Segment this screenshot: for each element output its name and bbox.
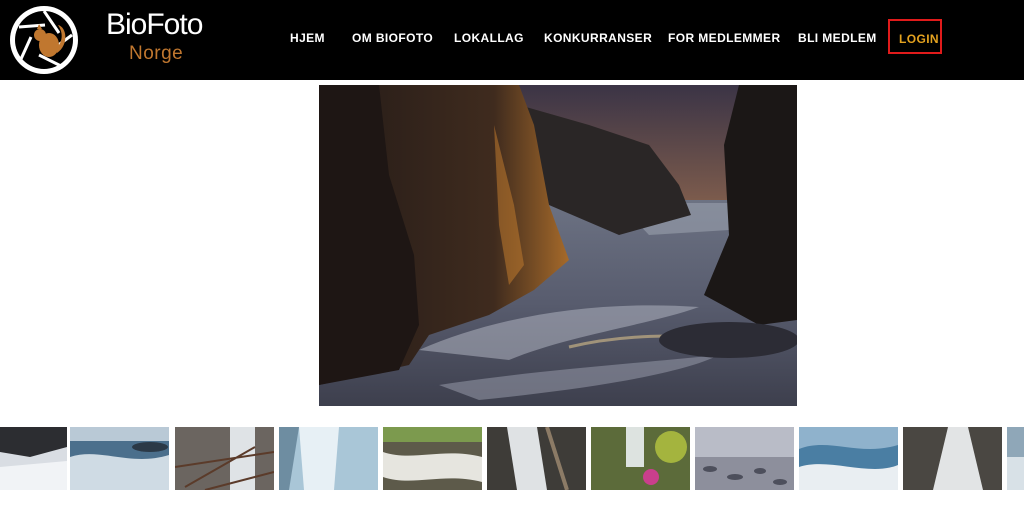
site-logo[interactable]: BioFoto Norge — [0, 0, 230, 80]
thumbnail-image — [70, 427, 169, 490]
hero-photo — [319, 85, 797, 406]
brand-subname: Norge — [129, 43, 184, 64]
thumbnail-image — [279, 427, 378, 490]
nav-item-lokallag[interactable]: LOKALLAG — [454, 30, 524, 46]
thumbnail-image — [695, 427, 794, 490]
hero-image — [319, 85, 797, 406]
nav-item-hjem[interactable]: HJEM — [290, 30, 325, 46]
brand-name: BioFoto — [106, 8, 203, 41]
thumbnail-image — [175, 427, 274, 490]
gallery-thumbnail[interactable] — [903, 427, 1002, 490]
gallery-thumbnail[interactable] — [383, 427, 482, 490]
header-bar: BioFoto Norge HJEM OM BIOFOTO LOKALLAG K… — [0, 0, 1024, 80]
thumbnail-image — [487, 427, 586, 490]
gallery-thumbnail[interactable] — [0, 427, 67, 490]
login-button[interactable]: LOGIN — [888, 19, 942, 54]
gallery-thumbnail[interactable] — [695, 427, 794, 490]
gallery-thumbnail[interactable] — [1007, 427, 1024, 490]
gallery-thumbnail[interactable] — [591, 427, 690, 490]
nav-item-konkurranser[interactable]: KONKURRANSER — [544, 30, 652, 46]
gallery-thumbnail[interactable] — [175, 427, 274, 490]
login-label: LOGIN — [899, 32, 939, 46]
nav-item-bli-medlem[interactable]: BLI MEDLEM — [798, 30, 877, 46]
thumbnail-image — [383, 427, 482, 490]
thumbnail-image — [1007, 427, 1024, 490]
gallery-thumbnail[interactable] — [799, 427, 898, 490]
gallery-thumbnail[interactable] — [70, 427, 169, 490]
nav-item-om-biofoto[interactable]: OM BIOFOTO — [352, 30, 433, 46]
thumbnail-image — [799, 427, 898, 490]
thumbnail-image — [903, 427, 1002, 490]
nav-item-for-medlemmer[interactable]: FOR MEDLEMMER — [668, 30, 781, 46]
squirrel-aperture-icon — [10, 6, 78, 74]
thumbnail-image — [0, 427, 67, 490]
thumbnail-gallery — [0, 427, 1024, 490]
gallery-thumbnail[interactable] — [279, 427, 378, 490]
gallery-thumbnail[interactable] — [487, 427, 586, 490]
thumbnail-image — [591, 427, 690, 490]
